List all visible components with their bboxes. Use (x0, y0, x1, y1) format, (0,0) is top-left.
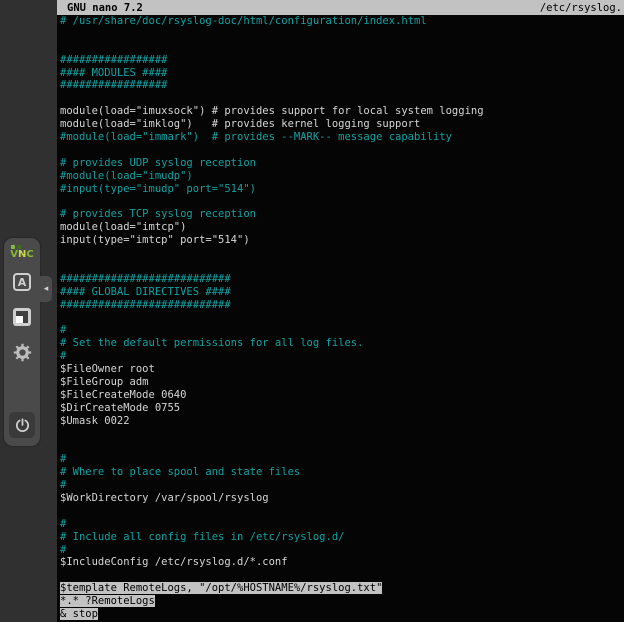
editor-line: module(load="imtcp") (60, 221, 624, 234)
editor-line (60, 195, 624, 208)
editor-line: # provides UDP syslog reception (60, 157, 624, 170)
novnc-logo-text: VNC (10, 250, 33, 260)
editor-line: # provides TCP syslog reception (60, 208, 624, 221)
power-icon (14, 417, 31, 434)
editor-line: ########################### (60, 299, 624, 312)
editor-lines[interactable]: # /usr/share/doc/rsyslog-doc/html/config… (57, 15, 624, 622)
editor-line: module(load="imuxsock") # provides suppo… (60, 105, 624, 118)
editor-line (60, 144, 624, 157)
editor-line: $template RemoteLogs, "/opt/%HOSTNAME%/r… (60, 582, 624, 595)
editor-line: #input(type="imudp" port="514") (60, 183, 624, 196)
fullscreen-icon (13, 308, 31, 326)
chevron-left-icon: ◂ (44, 284, 49, 294)
nano-version: GNU nano 7.2 (67, 2, 143, 14)
screen: VNC A (0, 0, 624, 622)
editor-line: # Include all config files in /etc/rsysl… (60, 531, 624, 544)
terminal[interactable]: GNU nano 7.2 /etc/rsyslog. # /usr/share/… (57, 0, 624, 622)
editor-line: #module(load="imudp") (60, 170, 624, 183)
editor-line (60, 569, 624, 582)
novnc-control-panel: VNC A (4, 238, 40, 446)
nano-titlebar: GNU nano 7.2 /etc/rsyslog. (57, 0, 624, 15)
editor-line: $FileCreateMode 0640 (60, 389, 624, 402)
editor-line: input(type="imtcp" port="514") (60, 234, 624, 247)
nano-filename: /etc/rsyslog. (540, 2, 622, 14)
editor-line: & stop (60, 608, 624, 621)
editor-line (60, 92, 624, 105)
editor-line: ################# (60, 79, 624, 92)
fullscreen-button[interactable] (9, 304, 35, 330)
editor-line: # Where to place spool and state files (60, 466, 624, 479)
editor-line: # (60, 324, 624, 337)
power-button[interactable] (9, 412, 35, 438)
editor-line: #module(load="immark") # provides --MARK… (60, 131, 624, 144)
gear-icon (13, 343, 32, 362)
editor-line: *.* ?RemoteLogs (60, 595, 624, 608)
editor-line: $FileGroup adm (60, 376, 624, 389)
editor-line: $FileOwner root (60, 363, 624, 376)
editor-line: $Umask 0022 (60, 415, 624, 428)
editor-line (60, 41, 624, 54)
clipboard-button[interactable]: A (9, 269, 35, 295)
editor-line (60, 428, 624, 441)
editor-line: #### GLOBAL DIRECTIVES #### (60, 286, 624, 299)
editor-line (60, 440, 624, 453)
editor-line: $DirCreateMode 0755 (60, 402, 624, 415)
editor-line (60, 260, 624, 273)
novnc-sidebar: VNC A (0, 0, 57, 622)
editor-line: # (60, 518, 624, 531)
panel-collapse-handle[interactable]: ◂ (40, 276, 52, 302)
editor-line: module(load="imklog") # provides kernel … (60, 118, 624, 131)
settings-button[interactable] (9, 339, 35, 365)
editor-line: $IncludeConfig /etc/rsyslog.d/*.conf (60, 556, 624, 569)
editor-line: $WorkDirectory /var/spool/rsyslog (60, 492, 624, 505)
editor-line: ########################### (60, 273, 624, 286)
editor-line: # /usr/share/doc/rsyslog-doc/html/config… (60, 15, 624, 28)
editor-line: #### MODULES #### (60, 67, 624, 80)
editor-line: # Set the default permissions for all lo… (60, 337, 624, 350)
editor-line: # (60, 350, 624, 363)
editor-line (60, 505, 624, 518)
editor-line: # (60, 544, 624, 557)
editor-line (60, 247, 624, 260)
editor-line: # (60, 479, 624, 492)
clipboard-icon: A (13, 273, 31, 291)
editor-line (60, 28, 624, 41)
editor-line: # (60, 453, 624, 466)
editor-line (60, 311, 624, 324)
editor-line: ################# (60, 54, 624, 67)
novnc-logo[interactable]: VNC (10, 245, 33, 260)
